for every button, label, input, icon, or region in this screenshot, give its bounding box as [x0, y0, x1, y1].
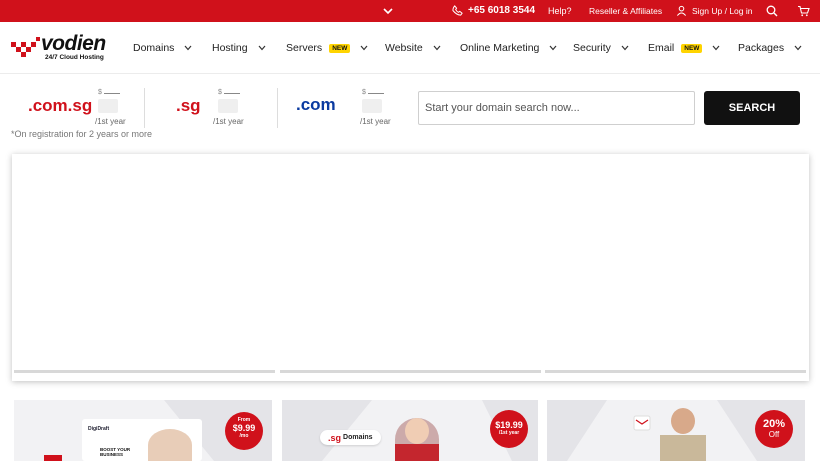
nav-item-label: Packages — [738, 42, 785, 54]
promo-card-sg-domains[interactable]: .sg Domains $19.99 /1st year — [282, 400, 538, 461]
nav-item-online-marketing[interactable]: Online Marketing — [460, 42, 557, 54]
nav-item-label: Online Marketing — [460, 42, 540, 54]
reseller-link[interactable]: Reseller & Affiliates — [589, 6, 662, 16]
domain-extension: .com — [296, 95, 336, 114]
search-icon[interactable] — [766, 5, 778, 17]
domain-search-input[interactable] — [418, 91, 695, 125]
chevron-down-icon — [621, 45, 629, 51]
nav-item-hosting[interactable]: Hosting — [212, 42, 266, 54]
domain-divider — [144, 88, 145, 128]
discount-percent: 20% — [762, 418, 786, 430]
user-icon — [676, 5, 687, 16]
top-bar: +65 6018 3544 Help? Reseller & Affiliate… — [0, 0, 820, 22]
mockup-brand: DigiDraft — [88, 426, 110, 432]
price-period: /1st year — [213, 117, 244, 126]
nav-item-label: Hosting — [212, 42, 248, 54]
price-placeholder — [362, 99, 382, 113]
sg-domains-pill: .sg Domains — [320, 430, 381, 445]
chevron-down-icon — [433, 45, 441, 51]
signup-login-label: Sign Up / Log in — [692, 5, 753, 16]
phone-link[interactable]: +65 6018 3544 — [452, 5, 535, 16]
carousel-indicator[interactable] — [14, 370, 275, 373]
domain-divider — [277, 88, 278, 128]
price-placeholder — [218, 99, 238, 113]
logo-wordmark: vodien — [41, 32, 106, 55]
pill-label: Domains — [343, 434, 373, 441]
promo-person-image — [395, 418, 439, 461]
nav-item-servers[interactable]: Servers NEW — [286, 42, 368, 54]
nav-item-domains[interactable]: Domains — [133, 42, 192, 54]
main-nav: vodien 24/7 Cloud Hosting Domains Hostin… — [0, 22, 820, 74]
mockup-headline: BOOST YOUR BUSINESS — [100, 447, 131, 457]
price-circle: $19.99 /1st year — [490, 410, 528, 448]
vodien-logo[interactable]: vodien 24/7 Cloud Hosting — [11, 32, 111, 64]
carousel-indicator[interactable] — [545, 370, 806, 373]
new-badge: NEW — [329, 43, 351, 53]
domain-search-strip: .com.sg $ /1st year .sg $ /1st year .com… — [0, 74, 820, 154]
price-period: /1st year — [95, 117, 126, 126]
promo-card-email[interactable]: 20% Off — [547, 400, 805, 461]
domain-price-com[interactable]: .com $ /1st year — [296, 86, 396, 136]
help-link[interactable]: Help? — [548, 6, 572, 16]
website-mockup: DigiDraft BOOST YOUR BUSINESS — [82, 419, 202, 461]
cart-icon[interactable] — [797, 5, 810, 17]
old-price: $ — [98, 89, 120, 96]
new-badge: NEW — [681, 43, 703, 53]
nav-item-label: Website — [385, 42, 423, 54]
promo-person-image — [660, 408, 706, 461]
price-period: /mo — [239, 433, 249, 439]
price-period: /1st year — [498, 430, 520, 436]
price-period: /1st year — [360, 117, 391, 126]
nav-item-website[interactable]: Website — [385, 42, 441, 54]
hero-carousel — [12, 154, 809, 381]
price-placeholder — [98, 99, 118, 113]
chevron-down-icon — [184, 45, 192, 51]
mockup-person-image — [148, 429, 192, 461]
promo-card-website-builder[interactable]: DigiDraft BOOST YOUR BUSINESS From $9.99… — [14, 400, 272, 461]
domain-price-sg[interactable]: .sg $ /1st year — [176, 86, 246, 136]
old-price: $ — [362, 89, 384, 96]
carousel-indicator[interactable] — [280, 370, 541, 373]
email-icon — [633, 415, 651, 431]
chevron-down-icon — [712, 45, 720, 51]
domain-extension: .sg — [176, 96, 201, 115]
phone-icon — [452, 5, 463, 16]
domain-extension: .com.sg — [28, 96, 93, 115]
chevron-down-icon[interactable] — [382, 5, 394, 17]
nav-item-label: Email — [648, 42, 675, 54]
price-value: $19.99 — [495, 420, 523, 430]
logo-tagline: 24/7 Cloud Hosting — [45, 54, 104, 61]
discount-circle: 20% Off — [755, 410, 793, 448]
nav-item-security[interactable]: Security — [573, 42, 629, 54]
phone-number: +65 6018 3544 — [468, 5, 536, 16]
nav-item-label: Domains — [133, 42, 175, 54]
pill-extension: .sg — [328, 432, 342, 443]
price-value: $9.99 — [232, 423, 256, 433]
promo-cards: DigiDraft BOOST YOUR BUSINESS From $9.99… — [0, 400, 820, 461]
domain-search-button[interactable]: SEARCH — [704, 91, 800, 125]
chevron-down-icon — [549, 45, 557, 51]
nav-item-label: Security — [573, 42, 611, 54]
registration-note: *On registration for 2 years or more — [11, 129, 153, 139]
discount-off: Off — [768, 430, 780, 439]
chevron-down-icon — [794, 45, 802, 51]
price-circle: From $9.99 /mo — [225, 412, 263, 450]
old-price: $ — [218, 89, 240, 96]
logo-mark-icon — [11, 37, 40, 57]
nav-item-packages[interactable]: Packages — [738, 42, 802, 54]
chevron-down-icon — [258, 45, 266, 51]
nav-item-label: Servers — [286, 42, 323, 54]
signup-login-link[interactable]: Sign Up / Log in — [676, 5, 752, 16]
chevron-down-icon — [360, 45, 368, 51]
nav-item-email[interactable]: Email NEW — [648, 42, 720, 54]
